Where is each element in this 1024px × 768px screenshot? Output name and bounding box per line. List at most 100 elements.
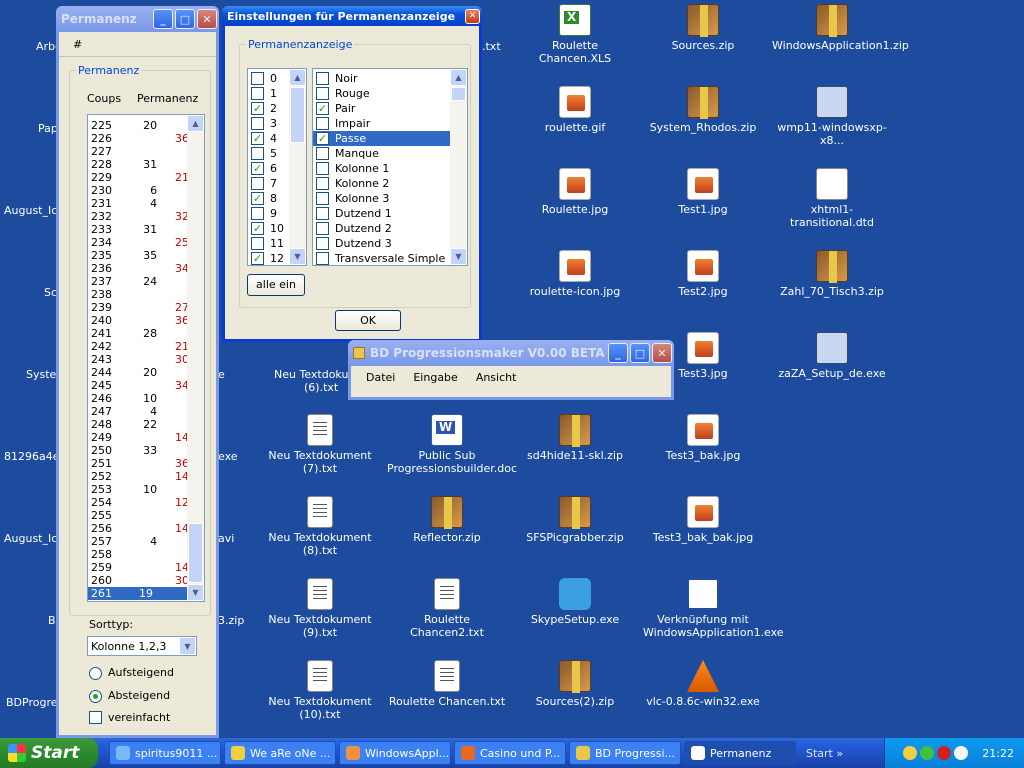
scroll-up-icon[interactable]: ▲	[289, 69, 306, 86]
table-row[interactable]: 257 4	[88, 535, 189, 548]
desktop-icon-label[interactable]: B	[48, 614, 56, 627]
table-row[interactable]: 248 22	[88, 418, 189, 431]
checklist-item[interactable]: 7	[248, 176, 290, 191]
table-row[interactable]: 242 21	[88, 340, 189, 353]
radio-aufsteigend[interactable]: Aufsteigend	[89, 666, 174, 680]
desktop-icon[interactable]: sd4hide11-skl.zip	[515, 414, 635, 462]
desktop-icon-label[interactable]: 3.zip	[218, 614, 244, 627]
permanenz-scrollbar[interactable]: ▲ ▼	[187, 115, 204, 601]
table-row-selected[interactable]: 261 19	[88, 587, 189, 600]
desktop-icon[interactable]: Roulette Chancen.txt	[387, 660, 507, 708]
table-row[interactable]: 232 32	[88, 210, 189, 223]
scroll-down-icon[interactable]: ▼	[187, 584, 204, 601]
ok-button[interactable]: OK	[335, 310, 401, 331]
desktop-icon-label[interactable]: (6).txt	[304, 381, 338, 394]
close-icon[interactable]: ✕	[652, 343, 672, 363]
number-scrollbar[interactable]: ▲ ▼	[289, 69, 306, 265]
desktop-icon[interactable]: Sources(2).zip	[515, 660, 635, 708]
desktop-icon[interactable]: Neu Textdokument (7).txt	[260, 414, 380, 475]
desktop-icon[interactable]: Roulette Chancen2.txt	[387, 578, 507, 639]
desktop-icon[interactable]: Roulette.jpg	[515, 168, 635, 216]
table-row[interactable]: 235 35	[88, 249, 189, 262]
maximize-icon[interactable]: □	[630, 343, 650, 363]
checklist-item[interactable]: ✓ 4	[248, 131, 290, 146]
checklist-item[interactable]: ✓ 8	[248, 191, 290, 206]
desktop-icon[interactable]: xhtml1-transitional.dtd	[772, 168, 892, 229]
desktop-icon[interactable]: vlc-0.8.6c-win32.exe	[643, 660, 763, 708]
checklist-item[interactable]: ✓ Pair	[313, 101, 451, 116]
checklist-item[interactable]: Dutzend 2	[313, 221, 451, 236]
close-icon[interactable]: ✕	[197, 9, 217, 29]
desktop-icon[interactable]: Roulette Chancen.XLS	[515, 4, 635, 65]
taskbar-button[interactable]: spiritus9011 ...	[109, 741, 221, 765]
desktop-icon-label[interactable]: Pap	[38, 122, 58, 135]
desktop-icon-label[interactable]: exe	[218, 450, 238, 463]
table-row[interactable]: 258	[88, 548, 189, 561]
table-row[interactable]: 241 28	[88, 327, 189, 340]
check-vereinfacht[interactable]: vereinfacht	[89, 711, 170, 724]
all-on-button[interactable]: alle ein	[247, 274, 305, 296]
desktop-icon[interactable]: System_Rhodos.zip	[643, 86, 763, 134]
taskbar-button[interactable]: WindowsAppl...	[339, 741, 451, 765]
table-row[interactable]: 256 14	[88, 522, 189, 535]
taskbar-button[interactable]: Casino und P...	[454, 741, 566, 765]
desktop-icon-label[interactable]: 81296a4e-	[4, 450, 63, 463]
checklist-item[interactable]: 9	[248, 206, 290, 221]
scroll-down-icon[interactable]: ▼	[450, 248, 467, 265]
desktop-icon-label[interactable]: .txt	[482, 40, 501, 53]
table-row[interactable]: 252 14	[88, 470, 189, 483]
scroll-thumb[interactable]	[290, 87, 305, 143]
radio-absteigend[interactable]: Absteigend	[89, 689, 170, 703]
scroll-thumb[interactable]	[188, 523, 203, 583]
checklist-item[interactable]: ✓ 10	[248, 221, 290, 236]
desktop-icon[interactable]: SFSPicgrabber.zip	[515, 496, 635, 544]
table-row[interactable]: 253 10	[88, 483, 189, 496]
taskbar-button[interactable]: Permanenz	[684, 741, 796, 765]
start-button[interactable]: Start	[0, 738, 98, 768]
checklist-item[interactable]: 5	[248, 146, 290, 161]
chevron-down-icon[interactable]: ▼	[179, 637, 196, 655]
desktop-icon-label[interactable]: Neu Textdokum	[274, 368, 359, 381]
quick-start[interactable]: Start »	[806, 747, 843, 760]
desktop-icon[interactable]: Neu Textdokument (10).txt	[260, 660, 380, 721]
chance-scrollbar[interactable]: ▲ ▼	[450, 69, 467, 265]
desktop-icon[interactable]: Neu Textdokument (9).txt	[260, 578, 380, 639]
table-row[interactable]: 247 4	[88, 405, 189, 418]
table-row[interactable]: 237 24	[88, 275, 189, 288]
checklist-item[interactable]: 0	[248, 71, 290, 86]
antivirus-tray-icon[interactable]	[937, 746, 952, 760]
scroll-up-icon[interactable]: ▲	[187, 115, 204, 132]
desktop-icon[interactable]: roulette-icon.jpg	[515, 250, 635, 298]
table-row[interactable]: 250 33	[88, 444, 189, 457]
desktop-icon-label[interactable]: e	[218, 368, 225, 381]
minimize-icon[interactable]: _	[608, 343, 628, 363]
desktop-icon[interactable]: zaZA_Setup_de.exe	[772, 332, 892, 380]
desktop-icon[interactable]: Verknüpfung mit WindowsApplication1.exe	[643, 578, 784, 639]
table-row[interactable]: 226 36	[88, 132, 189, 145]
desktop-icon[interactable]: roulette.gif	[515, 86, 635, 134]
checklist-item[interactable]: Dutzend 1	[313, 206, 451, 221]
desktop-icon-label[interactable]: avi	[218, 532, 234, 545]
permanenz-titlebar[interactable]: Permanenz _ □ ✕	[56, 6, 219, 32]
bd-titlebar[interactable]: BD Progressionsmaker V0.00 BETA 1 _ □ ✕	[348, 340, 674, 366]
checklist-item[interactable]: 3	[248, 116, 290, 131]
table-row[interactable]: 225 20	[88, 119, 189, 132]
checklist-item[interactable]: Rouge	[313, 86, 451, 101]
checklist-item[interactable]: ✓ 2	[248, 101, 290, 116]
checklist-item[interactable]: Kolonne 1	[313, 161, 451, 176]
checklist-item[interactable]: ✓ Passe	[313, 131, 451, 146]
desktop-icon[interactable]: SkypeSetup.exe	[515, 578, 635, 626]
table-row[interactable]: 228 31	[88, 158, 189, 171]
desktop-icon[interactable]: Test1.jpg	[643, 168, 763, 216]
table-row[interactable]: 249 14	[88, 431, 189, 444]
desktop-icon[interactable]: Neu Textdokument (8).txt	[260, 496, 380, 557]
network-tray-icon[interactable]	[954, 746, 969, 760]
table-row[interactable]: 245 34	[88, 379, 189, 392]
desktop-icon-label[interactable]: BDProgres	[6, 696, 63, 709]
checklist-item[interactable]: 1	[248, 86, 290, 101]
table-row[interactable]: 233 31	[88, 223, 189, 236]
table-row[interactable]: 260 30	[88, 574, 189, 587]
table-row[interactable]: 229 21	[88, 171, 189, 184]
desktop-icon[interactable]: Test2.jpg	[643, 250, 763, 298]
menu-item-eingabe[interactable]: Eingabe	[404, 371, 466, 384]
